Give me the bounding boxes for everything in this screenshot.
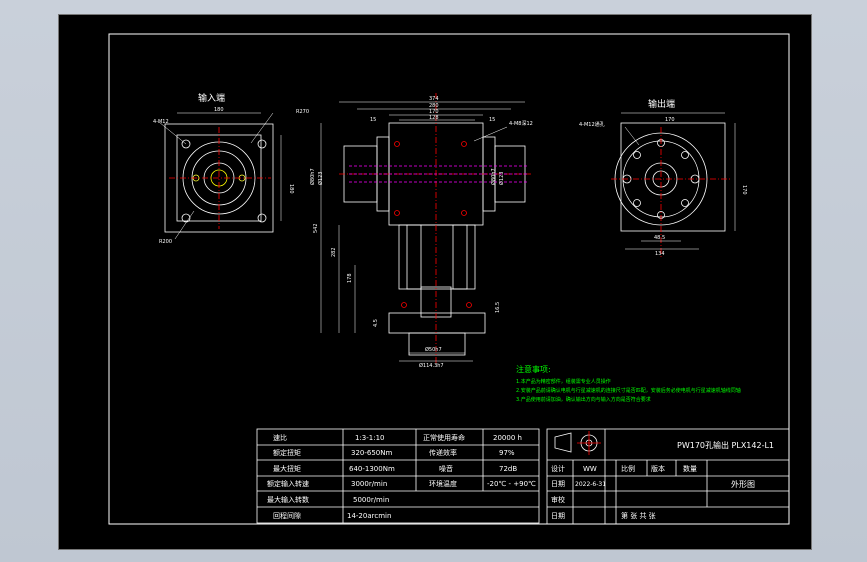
front-hole-mark [461, 210, 467, 216]
front-lower-housing [398, 224, 476, 290]
drawing-svg: 输入端 4-M12 180 180 R270 R200 374 280 170 … [108, 33, 790, 525]
spec-cell: 回程间隙 [273, 511, 301, 520]
version-label: 版本 [651, 464, 665, 473]
spec-cell: 正常使用寿命 [423, 433, 465, 442]
date-label-1: 日期 [551, 480, 565, 488]
notes-title: 注意事项: [516, 364, 551, 374]
output-bolt-hole [633, 151, 641, 159]
spec-cell: 97% [499, 449, 515, 457]
front-dim-128: 128 [429, 115, 439, 121]
front-dim-s2: 16.5 [495, 302, 501, 313]
designer: WW [583, 465, 597, 473]
front-output-flange [388, 312, 486, 334]
input-view-title: 输入端 [198, 92, 225, 104]
front-lower-rib [452, 224, 468, 290]
title-block-text: PW170孔输出 PLX142-L1 外形图 设计 WW 比例 版本 数量 日期… [551, 440, 774, 520]
front-right-dim2: Ø123 [498, 172, 505, 185]
input-circle-bot: R200 [159, 239, 172, 245]
notes-block: 注意事项: 1.本产品为精密部件，组装需专业人员操作 2.安装产品前请确认电机与… [516, 364, 741, 403]
output-view [611, 112, 736, 257]
front-dim-bot1: Ø50h7 [425, 346, 442, 353]
front-dim-15a: 15 [370, 117, 376, 123]
spec-cell: 传递效率 [429, 448, 457, 457]
spec-cell: 14-20arcmin [347, 512, 391, 520]
scale-label: 比例 [621, 464, 635, 473]
date-label-2: 日期 [551, 512, 565, 520]
front-hole-mark [461, 141, 467, 147]
front-view [320, 93, 531, 365]
spec-table [256, 428, 540, 524]
input-hole-note: 4-M12 [153, 119, 169, 125]
front-hole-mark [394, 210, 400, 216]
front-dim-542: 542 [313, 223, 319, 233]
front-dim-s1: 4.5 [373, 319, 379, 327]
front-left-dim1: Ø80h7 [309, 168, 316, 185]
output-leader [624, 126, 640, 146]
projection-cone-icon [554, 432, 572, 453]
projection-symbol [554, 431, 601, 455]
front-dim-282: 282 [331, 247, 337, 257]
spec-cell: 72dB [499, 465, 517, 473]
front-hole-mark [466, 302, 472, 308]
input-leader [250, 112, 274, 144]
spec-cell: 额定扭矩 [273, 448, 301, 457]
front-leader [473, 126, 508, 142]
front-hole-note: 4-M8深12 [509, 120, 533, 127]
front-lower-rib [406, 224, 422, 290]
front-dim-374: 374 [429, 96, 439, 102]
spec-cell: 最大输入转数 [267, 495, 309, 504]
output-bolt-hole [633, 199, 641, 207]
spec-cell: 额定输入转速 [267, 479, 309, 488]
spec-cell: -20℃ - +90℃ [487, 480, 536, 488]
notes-item-1: 1.本产品为精密部件，组装需专业人员操作 [516, 378, 611, 385]
spec-cell: 速比 [273, 433, 287, 442]
front-left-dim2: Ø123 [317, 172, 324, 185]
spec-cell: 最大扭矩 [273, 464, 301, 473]
review-label: 审校 [551, 495, 565, 504]
drawing-name: PW170孔输出 PLX142-L1 [677, 440, 774, 450]
spec-cell: 5000r/min [353, 496, 389, 504]
output-bolt-hole [681, 199, 689, 207]
qty-label: 数量 [683, 464, 697, 473]
input-leader [158, 121, 187, 145]
input-view [158, 112, 282, 240]
output-view-title: 输出端 [648, 98, 675, 110]
front-right-dim1: Ø80h7 [490, 168, 497, 185]
front-hole-mark [401, 302, 407, 308]
output-hole-note: 4-M12通孔 [579, 121, 605, 128]
input-dim-side: 180 [288, 184, 294, 194]
output-dim-b1: 48.5 [654, 235, 665, 241]
notes-item-2: 2.安装产品前请确认电机与行星减速机的连接尺寸是否匹配，安装后务必使电机与行星减… [516, 387, 741, 394]
output-bolt-hole [681, 151, 689, 159]
input-bolt-hole [257, 139, 267, 149]
output-dim-side: 170 [741, 185, 747, 195]
page-count: 第 张 共 张 [621, 511, 656, 520]
input-dim-top: 180 [214, 107, 224, 113]
spec-cell: 3000r/min [351, 480, 387, 488]
spec-cell: 1:3-1:10 [355, 434, 385, 442]
spec-cell: 20000 h [493, 434, 522, 442]
input-circle-top: R270 [296, 109, 309, 115]
front-dim-178: 178 [347, 273, 353, 283]
front-dim-bot2: Ø114.3h7 [419, 362, 444, 369]
output-dim-b2: 134 [655, 251, 665, 257]
output-dim-top: 170 [665, 117, 675, 123]
drawing-sheet: 输入端 4-M12 180 180 R270 R200 374 280 170 … [58, 14, 812, 550]
input-leader [174, 210, 195, 240]
spec-cell: 噪音 [439, 464, 453, 473]
design-label: 设计 [551, 464, 565, 473]
front-hole-mark [394, 141, 400, 147]
viewer-canvas: 输入端 4-M12 180 180 R270 R200 374 280 170 … [0, 0, 867, 562]
spec-cell: 320-650Nm [351, 449, 392, 457]
view-name: 外形图 [731, 479, 755, 489]
input-bolt-hole [257, 213, 267, 223]
date-value: 2022-6-31 [575, 481, 606, 488]
notes-item-3: 3.产品使用前请加油，确认输出方向与输入方向是否符合要求 [516, 396, 651, 403]
spec-cell: 640-1300Nm [349, 465, 395, 473]
front-dim-15b: 15 [489, 117, 495, 123]
spec-cell: 环境温度 [429, 479, 457, 488]
